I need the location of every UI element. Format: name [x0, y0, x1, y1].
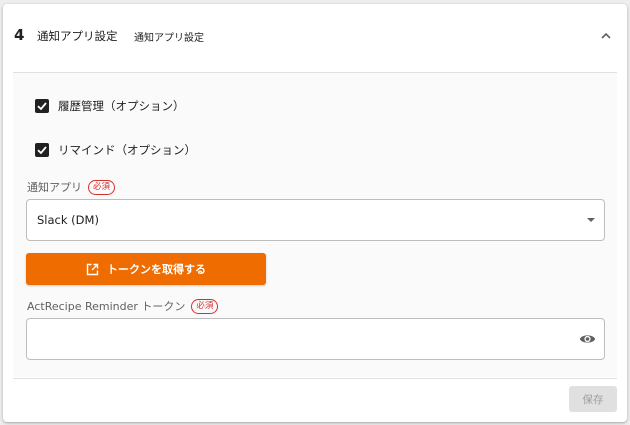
notify-app-label: 通知アプリ 必須 — [27, 179, 116, 195]
step-number: 4 — [14, 26, 25, 44]
checkmark-icon — [37, 102, 47, 111]
footer-divider — [13, 378, 617, 379]
eye-icon[interactable] — [579, 332, 596, 346]
remind-option[interactable]: リマインド（オプション） — [25, 140, 196, 160]
history-management-checkbox[interactable] — [35, 99, 49, 113]
notify-app-label-text: 通知アプリ — [27, 181, 82, 194]
required-badge: 必須 — [88, 179, 116, 195]
chevron-up-icon[interactable] — [599, 29, 613, 43]
token-field-label: ActRecipe Reminder トークン 必須 — [27, 298, 219, 314]
section-header[interactable]: 4 通知アプリ設定 通知アプリ設定 — [3, 4, 627, 68]
get-token-label: トークンを取得する — [107, 263, 206, 276]
history-management-label: 履歴管理（オプション） — [58, 99, 185, 113]
save-button[interactable]: 保存 — [569, 386, 617, 412]
notify-app-selected-value: Slack (DM) — [37, 213, 99, 227]
remind-checkbox[interactable] — [35, 143, 49, 157]
history-management-option[interactable]: 履歴管理（オプション） — [25, 96, 185, 116]
get-token-button[interactable]: トークンを取得する — [26, 253, 266, 285]
checkmark-icon — [37, 146, 47, 155]
token-field-label-text: ActRecipe Reminder トークン — [27, 300, 186, 313]
required-badge: 必須 — [191, 298, 219, 314]
notification-settings-card: 4 通知アプリ設定 通知アプリ設定 履歴管理（オプション） リマインド（オプショ… — [3, 4, 627, 422]
notify-app-select[interactable]: Slack (DM) — [26, 199, 605, 241]
dropdown-arrow-icon — [587, 218, 595, 222]
remind-label: リマインド（オプション） — [58, 143, 196, 157]
open-in-new-icon — [86, 263, 99, 275]
token-input[interactable] — [26, 318, 605, 360]
section-subtitle: 通知アプリ設定 — [134, 33, 204, 44]
section-title: 通知アプリ設定 — [37, 29, 118, 43]
